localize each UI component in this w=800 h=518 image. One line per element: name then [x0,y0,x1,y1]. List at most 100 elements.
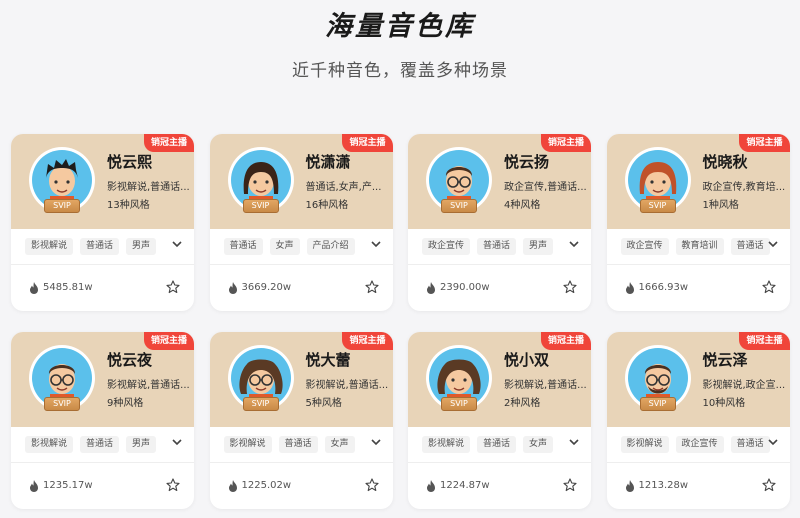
chevron-down-icon[interactable] [171,238,183,250]
tag-chip[interactable]: 普通话 [80,238,120,255]
favorite-star-icon[interactable] [563,478,577,492]
voice-card[interactable]: 销冠主播 SVIP 悦大蕾 影视解说,普通话... 5种风格 影视解说 普通话 女声… [209,332,393,509]
voice-name: 悦云扬 [504,153,550,171]
voice-name: 悦潇潇 [305,153,351,171]
tag-chip[interactable]: 影视解说 [25,238,74,255]
voice-tags-summary: 影视解说,普通话... [305,380,388,391]
tag-chips: 影视解说 普通话 男声 [25,436,157,453]
tag-chips: 影视解说 普通话 男声 [25,238,157,255]
tag-chip[interactable]: 产品介绍 [306,238,355,255]
tag-chip[interactable]: 普通话 [477,238,517,255]
chevron-down-icon[interactable] [568,436,580,448]
fire-icon [228,480,237,492]
tag-chip[interactable]: 普通话 [223,238,263,255]
voice-style-count: 5种风格 [305,398,342,409]
chevron-down-icon[interactable] [370,436,382,448]
play-count: 1666.93w [638,282,689,293]
tag-chips: 影视解说 政企宣传 普通话 [620,436,770,453]
bestseller-ribbon: 销冠主播 [540,332,591,350]
favorite-star-icon[interactable] [761,478,776,492]
chevron-down-icon[interactable] [767,436,779,448]
tag-chip[interactable]: 男声 [126,238,157,255]
voice-tags-summary: 影视解说,普通话... [504,380,586,391]
voice-style-count: 4种风格 [504,200,541,211]
favorite-star-icon[interactable] [761,280,776,294]
chevron-down-icon[interactable] [171,436,183,448]
bestseller-ribbon: 销冠主播 [342,134,393,152]
voice-card[interactable]: 销冠主播 SVIP 悦云熙 影视解说,普通话... 13种风格 影视解说 普通话男… [11,134,194,311]
tag-chips: 影视解说 普通话 女声 [223,436,355,453]
favorite-star-icon[interactable] [166,478,180,492]
tag-chips: 政企宣传 教育培训 普通话 [620,238,770,255]
voice-tags-summary: 普通话,女声,产... [305,182,382,193]
voice-card[interactable]: 销冠主播 SVIP 悦云夜 影视解说,普通话... 9种风格 影视解说 普通话 男声… [11,332,194,509]
tag-chips: 普通话 女声 产品介绍 [223,238,355,255]
divider [606,462,790,463]
tag-chip[interactable]: 教育培训 [675,238,724,255]
voice-tags-summary: 影视解说,普通话... [107,182,189,193]
fire-icon [625,480,634,492]
voice-name: 悦大蕾 [305,351,351,369]
favorite-star-icon[interactable] [364,280,379,294]
tag-chip[interactable]: 政企宣传 [620,238,669,255]
voice-tags-summary: 影视解说,政企宣... [702,380,785,391]
voice-name: 悦云熙 [107,153,153,171]
svip-badge: SVIP [441,397,477,411]
play-count: 2390.00w [440,282,490,293]
tag-chip[interactable]: 男声 [523,238,554,255]
fire-icon [30,282,38,294]
divider [209,462,393,463]
tag-chip[interactable]: 普通话 [278,436,318,453]
tag-chip[interactable]: 男声 [126,436,157,453]
play-count: 1225.02w [241,480,292,491]
chevron-down-icon[interactable] [370,238,382,250]
favorite-star-icon[interactable] [364,478,379,492]
voice-style-count: 2种风格 [504,398,541,409]
voice-card[interactable]: 销冠主播 SVIP 悦小双 影视解说,普通话... 2种风格 影视解说 普通话 女声… [408,332,591,509]
svip-badge: SVIP [44,397,80,411]
tag-chip[interactable]: 普通话 [80,436,120,453]
tag-chip[interactable]: 政企宣传 [675,436,724,453]
svip-badge: SVIP [639,199,676,213]
voice-tags-summary: 政企宣传,教育培... [702,182,785,193]
favorite-star-icon[interactable] [563,280,577,294]
play-count: 5485.81w [43,282,93,293]
tag-chip[interactable]: 普通话 [730,238,770,255]
voice-tags-summary: 影视解说,普通话... [107,380,189,391]
bestseller-ribbon: 销冠主播 [342,332,393,350]
chevron-down-icon[interactable] [568,238,580,250]
voice-style-count: 13种风格 [107,200,150,211]
tag-chips: 影视解说 普通话 女声 [422,436,554,453]
voice-card[interactable]: 销冠主播 SVIP 悦云泽 影视解说,政企宣... 10种风格 影视解说 政企宣传… [606,332,790,509]
favorite-star-icon[interactable] [166,280,180,294]
bestseller-ribbon: 销冠主播 [739,332,790,350]
tag-chip[interactable]: 女声 [523,436,554,453]
tag-chip[interactable]: 影视解说 [223,436,272,453]
svip-badge: SVIP [44,199,80,213]
bestseller-ribbon: 销冠主播 [143,332,194,350]
section-title: 海量音色库 [325,11,475,42]
voice-card[interactable]: 销冠主播 SVIP 悦潇潇 普通话,女声,产... 16种风格 普通话 女声 产品介… [209,134,393,311]
divider [408,264,591,265]
fire-icon [625,282,634,294]
fire-icon [228,282,237,294]
voice-card[interactable]: 销冠主播 SVIP 悦晓秋 政企宣传,教育培... 1种风格 政企宣传 教育培训普… [606,134,790,311]
tag-chip[interactable]: 女声 [324,436,355,453]
tag-chip[interactable]: 影视解说 [25,436,74,453]
voice-card[interactable]: 销冠主播 SVIP 悦云扬 政企宣传,普通话... 4种风格 政企宣传 普通话 男声… [408,134,591,311]
play-count: 3669.20w [241,282,292,293]
divider [11,462,194,463]
svip-badge: SVIP [242,397,279,411]
tag-chip[interactable]: 政企宣传 [422,238,471,255]
tag-chip[interactable]: 普通话 [477,436,517,453]
fire-icon [427,282,435,294]
tag-chip[interactable]: 影视解说 [422,436,471,453]
chevron-down-icon[interactable] [767,238,779,250]
tag-chip[interactable]: 普通话 [730,436,770,453]
voice-tags-summary: 政企宣传,普通话... [504,182,586,193]
svip-badge: SVIP [639,397,676,411]
tag-chip[interactable]: 女声 [269,238,300,255]
svip-badge: SVIP [242,199,279,213]
bestseller-ribbon: 销冠主播 [540,134,591,152]
tag-chip[interactable]: 影视解说 [620,436,669,453]
